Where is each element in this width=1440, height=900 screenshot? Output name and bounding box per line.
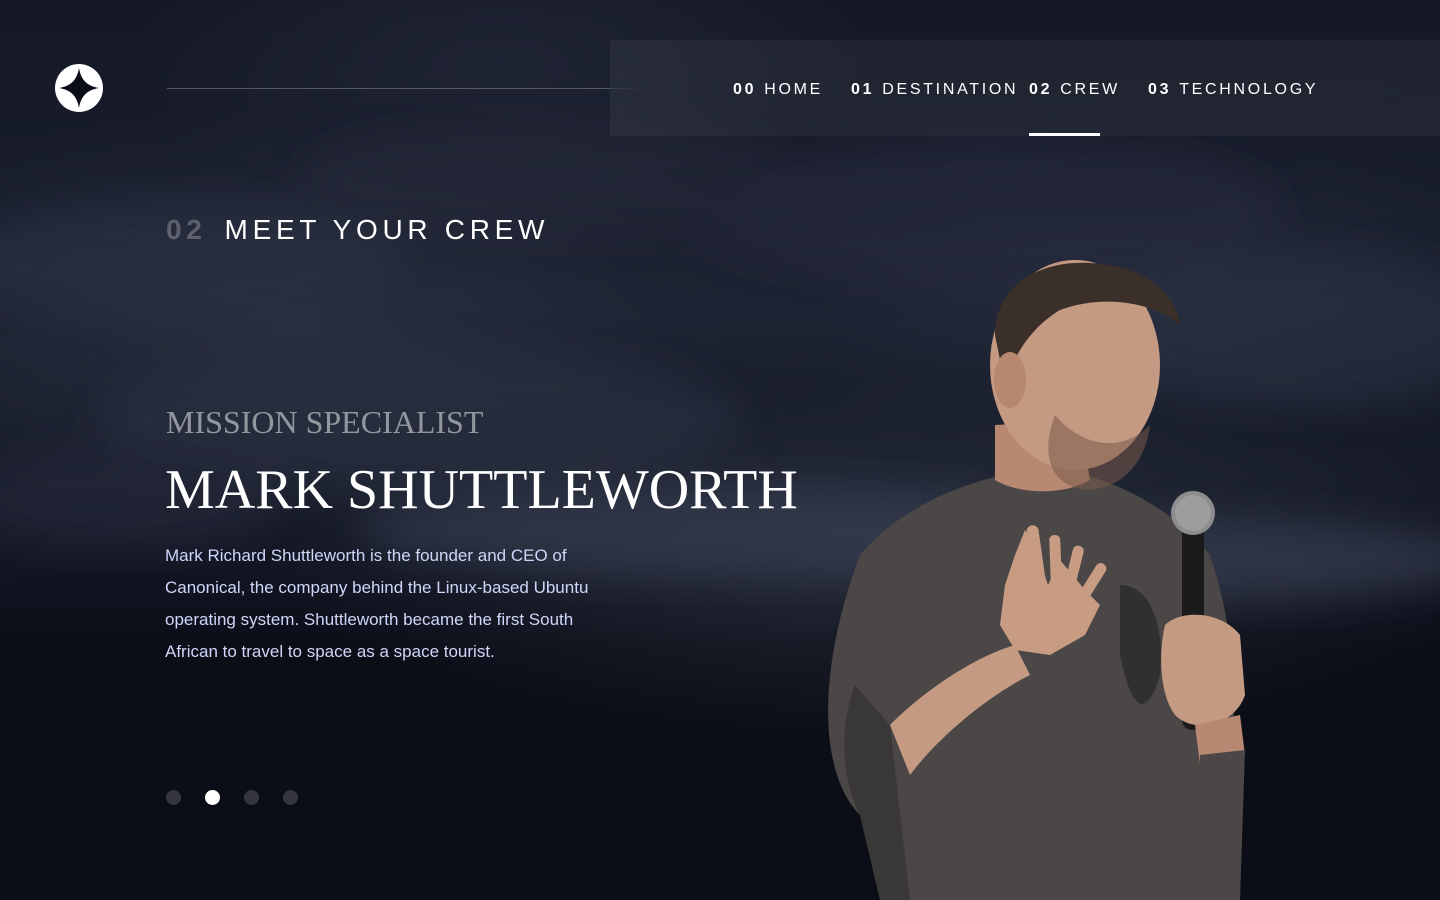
carousel-dot-4[interactable] [283, 790, 298, 805]
crew-role: Mission Specialist [166, 404, 484, 440]
crew-bio: Mark Richard Shuttleworth is the founder… [165, 546, 589, 661]
carousel-dot-2[interactable] [205, 790, 220, 805]
nav-item-label: DESTINATION [882, 81, 1019, 98]
nav-item-number: 03 [1148, 81, 1172, 98]
page-title-number: 02 [166, 214, 207, 245]
nav-item-label: TECHNOLOGY [1179, 81, 1319, 98]
main-nav: 00 HOME 01 DESTINATION 02 CREW 03 TECHNOLOGY [610, 40, 1440, 136]
crew-portrait-image [828, 260, 1245, 900]
nav-item-destination[interactable]: 01 DESTINATION [851, 40, 1018, 136]
nav-item-number: 02 [1029, 81, 1053, 98]
nav-item-label: HOME [764, 81, 824, 98]
page-title: 02 MEET YOUR CREW [166, 214, 549, 246]
nav-item-label: CREW [1060, 81, 1120, 98]
carousel-dot-3[interactable] [244, 790, 259, 805]
logo[interactable] [55, 64, 103, 112]
star-logo-icon [59, 68, 99, 108]
nav-item-crew[interactable]: 02 CREW [1029, 40, 1120, 136]
carousel-dot-1[interactable] [166, 790, 181, 805]
crew-name: Mark Shuttleworth [165, 459, 798, 521]
header-divider [167, 88, 640, 89]
page-title-text: MEET YOUR CREW [224, 214, 550, 245]
nav-item-home[interactable]: 00 HOME [733, 40, 823, 136]
nav-item-technology[interactable]: 03 TECHNOLOGY [1148, 40, 1318, 136]
nav-item-number: 01 [851, 81, 875, 98]
nav-item-number: 00 [733, 81, 757, 98]
